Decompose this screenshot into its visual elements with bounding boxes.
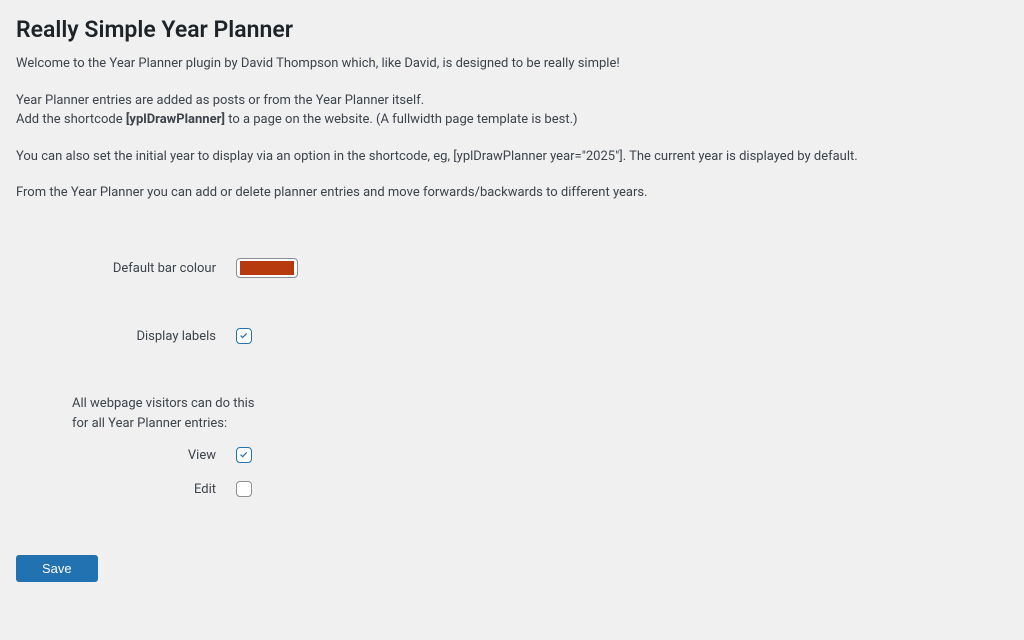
shortcode: [yplDrawPlanner] xyxy=(126,112,225,127)
check-icon xyxy=(237,329,251,343)
view-label: View xyxy=(16,448,236,463)
color-preview xyxy=(240,261,294,275)
intro-p2a: Year Planner entries are added as posts … xyxy=(16,92,1008,111)
intro-p2b: Add the shortcode [yplDrawPlanner] to a … xyxy=(16,111,1008,130)
default-bar-colour-label: Default bar colour xyxy=(16,261,236,276)
edit-checkbox[interactable] xyxy=(236,481,252,497)
display-labels-checkbox[interactable] xyxy=(236,328,252,344)
intro-p3: You can also set the initial year to dis… xyxy=(16,148,1008,167)
display-labels-label: Display labels xyxy=(16,329,236,344)
check-icon xyxy=(237,448,251,462)
save-button[interactable]: Save xyxy=(16,555,98,582)
intro-text: Welcome to the Year Planner plugin by Da… xyxy=(16,55,1008,203)
view-checkbox[interactable] xyxy=(236,447,252,463)
intro-p4: From the Year Planner you can add or del… xyxy=(16,184,1008,203)
edit-label: Edit xyxy=(16,482,236,497)
page-title: Really Simple Year Planner xyxy=(16,16,1008,43)
intro-p1: Welcome to the Year Planner plugin by Da… xyxy=(16,55,1008,74)
default-bar-colour-input[interactable] xyxy=(236,258,298,278)
permissions-description: All webpage visitors can do this for all… xyxy=(72,394,272,433)
